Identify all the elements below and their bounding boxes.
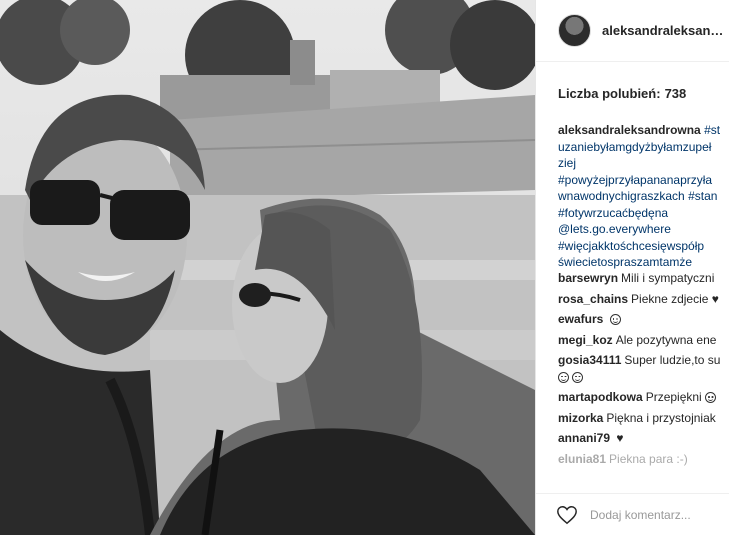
comment-text: Super ludzie,to su: [624, 353, 721, 367]
post-author-username[interactable]: aleksandraleksan…: [602, 23, 723, 38]
comment-item: ewafurs: [558, 311, 729, 328]
post-sidebar: aleksandraleksan… Liczba polubień: 738 al…: [535, 0, 729, 535]
smiley-icon: [705, 392, 717, 403]
comment-item: annani79 ♥: [558, 430, 729, 447]
comment-username[interactable]: annani79: [558, 431, 610, 445]
avatar[interactable]: [558, 14, 591, 47]
post-photo: [0, 0, 535, 535]
caption-line[interactable]: ziej: [558, 156, 576, 170]
comment-item: gosia34111 Super ludzie,to su: [558, 352, 729, 385]
comment-username[interactable]: megi_koz: [558, 333, 613, 347]
comment-text: Przepiękni: [645, 390, 702, 404]
comments-list: barsewryn Mili i sympatyczni rosa_chains P…: [558, 270, 729, 471]
post-caption: aleksandraleksandrowna #st uzaniebyłamgd…: [558, 122, 729, 271]
caption-username[interactable]: aleksandraleksandrowna: [558, 123, 701, 137]
caption-line[interactable]: #powyżejprzyłapananaprzyła: [558, 173, 712, 187]
comment-username[interactable]: mizorka: [558, 411, 603, 425]
like-heart-icon[interactable]: [556, 504, 578, 526]
smiley-icon: [609, 314, 621, 325]
comment-username[interactable]: barsewryn: [558, 271, 618, 285]
likes-label: Liczba polubień:: [558, 86, 661, 101]
heart-icon: ♥: [711, 291, 719, 306]
comment-item: megi_koz Ale pozytywna ene: [558, 332, 729, 349]
comment-text: Piekne zdjecie: [631, 291, 709, 306]
instagram-post: aleksandraleksan… Liczba polubień: 738 al…: [0, 0, 729, 535]
comment-text: Piękna i przystojniak: [606, 410, 716, 425]
comment-item: elunia81 Piekna para :-): [558, 451, 729, 468]
likes-count[interactable]: Liczba polubień: 738: [558, 86, 686, 101]
comment-item: mizorka Piękna i przystojniak: [558, 410, 729, 427]
comment-item: martapodkowa Przepiękni: [558, 389, 729, 406]
comment-text: Ale pozytywna ene: [615, 332, 717, 347]
caption-line[interactable]: #więcjakktośchcesięwspółp: [558, 239, 704, 253]
comment-item: barsewryn Mili i sympatyczni: [558, 270, 729, 287]
comment-username[interactable]: gosia34111: [558, 353, 621, 367]
add-comment-input[interactable]: [588, 506, 722, 523]
comment-username[interactable]: elunia81: [558, 452, 606, 466]
selfie-photo: [0, 0, 535, 535]
caption-line[interactable]: wnawodnychigraszkach #stan: [558, 189, 717, 203]
comment-username[interactable]: martapodkowa: [558, 390, 643, 404]
comment-text: Mili i sympatyczni: [621, 271, 715, 285]
caption-line[interactable]: #fotywrzucaćbędęna: [558, 206, 668, 220]
comment-username[interactable]: ewafurs: [558, 312, 603, 326]
likes-number: 738: [664, 86, 687, 101]
post-header: aleksandraleksan…: [536, 0, 729, 62]
caption-line[interactable]: #st: [704, 123, 720, 137]
comment-text: Piekna para :-): [609, 451, 688, 466]
comment-bar: [536, 493, 729, 535]
caption-line[interactable]: @lets.go.everywhere: [558, 222, 671, 236]
heart-icon: ♥: [616, 431, 624, 445]
caption-line[interactable]: uzaniebyłamgdyżbyłamzupeł: [558, 140, 711, 154]
comment-username[interactable]: rosa_chains: [558, 292, 628, 306]
caption-line[interactable]: świecietospraszamtamże: [558, 255, 692, 269]
comment-item: rosa_chains Piekne zdjecie ♥: [558, 291, 729, 308]
smiley-icon: [572, 371, 584, 383]
smiley-icon: [558, 371, 569, 383]
